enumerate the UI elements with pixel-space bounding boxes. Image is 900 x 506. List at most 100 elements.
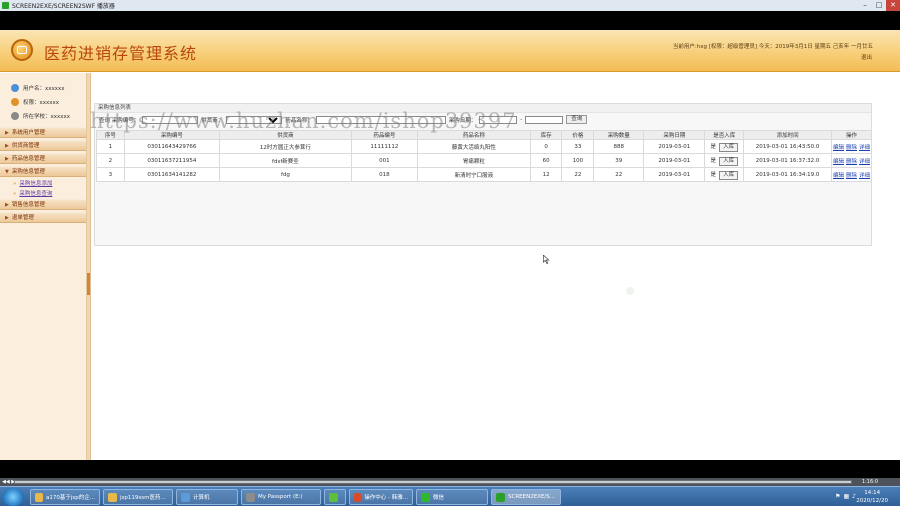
taskbar-item[interactable]: 计算机	[176, 489, 238, 505]
panel-title: 采购信息列表	[95, 104, 871, 113]
column-header: 操作	[830, 130, 873, 140]
close-icon[interactable]: ✕	[886, 0, 900, 11]
user-icon	[11, 84, 19, 92]
start-button[interactable]	[2, 488, 24, 506]
sidebar-splitter[interactable]	[87, 73, 91, 460]
purchase-table: 序号 采购编号 供货商 药品编号 药品名称 库存 价格 采购数量 采购日期 是否入库 添加时间 操作 …	[96, 130, 873, 182]
taskbar-item[interactable]: 微信	[416, 489, 488, 505]
sidebar-item-label: 采购信息管理	[11, 169, 45, 175]
column-header: 添加时间	[743, 130, 832, 140]
edit-link[interactable]: 编辑	[833, 159, 844, 165]
taskbar-item[interactable]: a170基于jsp的企...	[30, 489, 100, 505]
tray-icons: ⚑ ▦ ♪	[835, 493, 856, 500]
table-row: 2 03011637211954 fdsf新赛圣 001 胃痛颗粒 60 100 39 2019…	[96, 153, 873, 168]
taskbar-item-label: a170基于jsp的企...	[46, 495, 95, 501]
arrow-right-icon: ▶	[5, 202, 9, 208]
delete-link[interactable]: 删除	[846, 145, 857, 151]
cell-drug-name: 藤黄大活络丸阳性	[416, 139, 531, 154]
sidebar-item-drugs[interactable]: ▶ 药品信息管理	[0, 153, 86, 164]
sidebar-item-label: 药品信息管理	[11, 156, 45, 162]
taskbar-item[interactable]	[324, 489, 346, 505]
detail-link[interactable]: 详细	[859, 173, 870, 179]
taskbar-item[interactable]: My Passport (E:)	[241, 489, 321, 505]
purchase-code-input[interactable]	[142, 115, 199, 124]
submenu-purchase-add[interactable]: » 采购信息添加	[0, 179, 86, 189]
sidebar-item-users[interactable]: ▶ 系统用户管理	[0, 127, 86, 138]
sidebar-item-returns[interactable]: ▶ 退单管理	[0, 212, 86, 223]
taskbar-item-label: jsp119ssm医药...	[120, 495, 166, 501]
date-to-input[interactable]	[525, 115, 564, 124]
drug-name-input[interactable]	[315, 115, 446, 124]
stock-in-button[interactable]: 入库	[719, 142, 739, 152]
arrow-right-icon: ▶	[5, 156, 9, 162]
flag-icon[interactable]: ⚑	[835, 493, 840, 500]
app-icon	[181, 492, 190, 502]
user-info: 当前用户:hxg [权限：超级管理员] 今天：2019年3月1日 星期五 己亥年…	[672, 44, 873, 50]
sidebar-item-purchases[interactable]: ▼ 采购信息管理	[0, 166, 86, 177]
in-status-text: 是	[710, 171, 717, 178]
sidebar-item-suppliers[interactable]: ▶ 供货商管理	[0, 140, 86, 151]
cell-idx: 1	[96, 139, 125, 154]
app-icon	[421, 492, 430, 502]
player-app-icon	[2, 2, 9, 9]
maximize-icon[interactable]: □	[872, 0, 886, 11]
stock-in-button[interactable]: 入库	[719, 170, 739, 180]
school-icon	[11, 112, 19, 120]
app-icon	[496, 492, 505, 502]
taskbar-item[interactable]: 操作中心 - 韩雅...	[349, 489, 413, 505]
player-control-bar: ◀◀ ▶ 1:16:0	[0, 478, 900, 486]
bullet-icon: »	[13, 181, 17, 187]
cell-actions: 编辑 删除 详细	[830, 139, 873, 154]
sidebar-item-sales[interactable]: ▶ 销售信息管理	[0, 199, 86, 210]
delete-link[interactable]: 删除	[846, 159, 857, 165]
app-icon	[108, 492, 117, 502]
clock[interactable]: 14:14 2020/12/20	[856, 489, 888, 505]
column-header: 药品编号	[350, 130, 418, 140]
arrow-down-icon: ▼	[5, 169, 9, 175]
cell-added: 2019-03-01 16:37:32.0	[743, 153, 832, 168]
clock-date: 2020/12/20	[856, 498, 888, 504]
cell-supplier: fdsf新赛圣	[219, 153, 352, 168]
cell-stock: 60	[529, 153, 563, 168]
taskbar-item[interactable]: SCREEN2EXE/S...	[491, 489, 561, 505]
cell-code: 03011637211954	[123, 153, 221, 168]
submenu-label: 采购信息查询	[19, 191, 53, 197]
submenu-purchase-query[interactable]: » 采购信息查询	[0, 189, 86, 199]
column-header: 序号	[96, 130, 125, 140]
cell-date: 2019-03-01	[643, 167, 706, 182]
detail-link[interactable]: 详细	[859, 145, 870, 151]
permission-text: 权限：xxxxxx	[23, 100, 60, 106]
cell-code: 03011634141282	[123, 167, 221, 182]
cell-price: 33	[561, 139, 595, 154]
edit-link[interactable]: 编辑	[833, 145, 844, 151]
search-button[interactable]: 查询	[566, 115, 588, 124]
stock-in-button[interactable]: 入库	[719, 156, 739, 166]
cell-idx: 3	[96, 167, 125, 182]
progress-track[interactable]	[14, 480, 852, 484]
minimize-icon[interactable]: –	[858, 0, 872, 11]
supplier-select[interactable]	[226, 115, 283, 124]
column-header: 是否入库	[704, 130, 745, 140]
search-label-code: 查询 采购编号：	[99, 117, 140, 124]
cell-in-status: 是入库	[704, 167, 745, 182]
splitter-handle[interactable]	[87, 273, 90, 295]
delete-link[interactable]: 删除	[846, 173, 857, 179]
sidebar-item-label: 供货商管理	[11, 143, 40, 149]
taskbar: a170基于jsp的企... jsp119ssm医药... 计算机 My Passpo…	[0, 486, 900, 506]
window-controls: – □ ✕	[858, 0, 900, 11]
cell-actions: 编辑 删除 详细	[830, 167, 873, 182]
taskbar-item[interactable]: jsp119ssm医药...	[103, 489, 173, 505]
detail-link[interactable]: 详细	[859, 159, 870, 165]
app-title: 医药进销存管理系统	[44, 44, 198, 63]
edit-link[interactable]: 编辑	[833, 173, 844, 179]
cell-qty: 22	[593, 167, 645, 182]
search-label-drug: 药品名称：	[285, 117, 313, 124]
sidebar-user-row: 用户名：xxxxxx	[0, 81, 86, 95]
logo-icon	[11, 39, 33, 61]
logout-link[interactable]: 退出	[861, 53, 872, 61]
taskbar-item-label: 操作中心 - 韩雅...	[364, 495, 408, 501]
cell-drug-name: 新清时宁口服液	[416, 167, 531, 182]
date-from-input[interactable]	[479, 115, 518, 124]
network-icon[interactable]: ▦	[843, 493, 849, 500]
taskbar-item-label: 微信	[433, 495, 445, 501]
